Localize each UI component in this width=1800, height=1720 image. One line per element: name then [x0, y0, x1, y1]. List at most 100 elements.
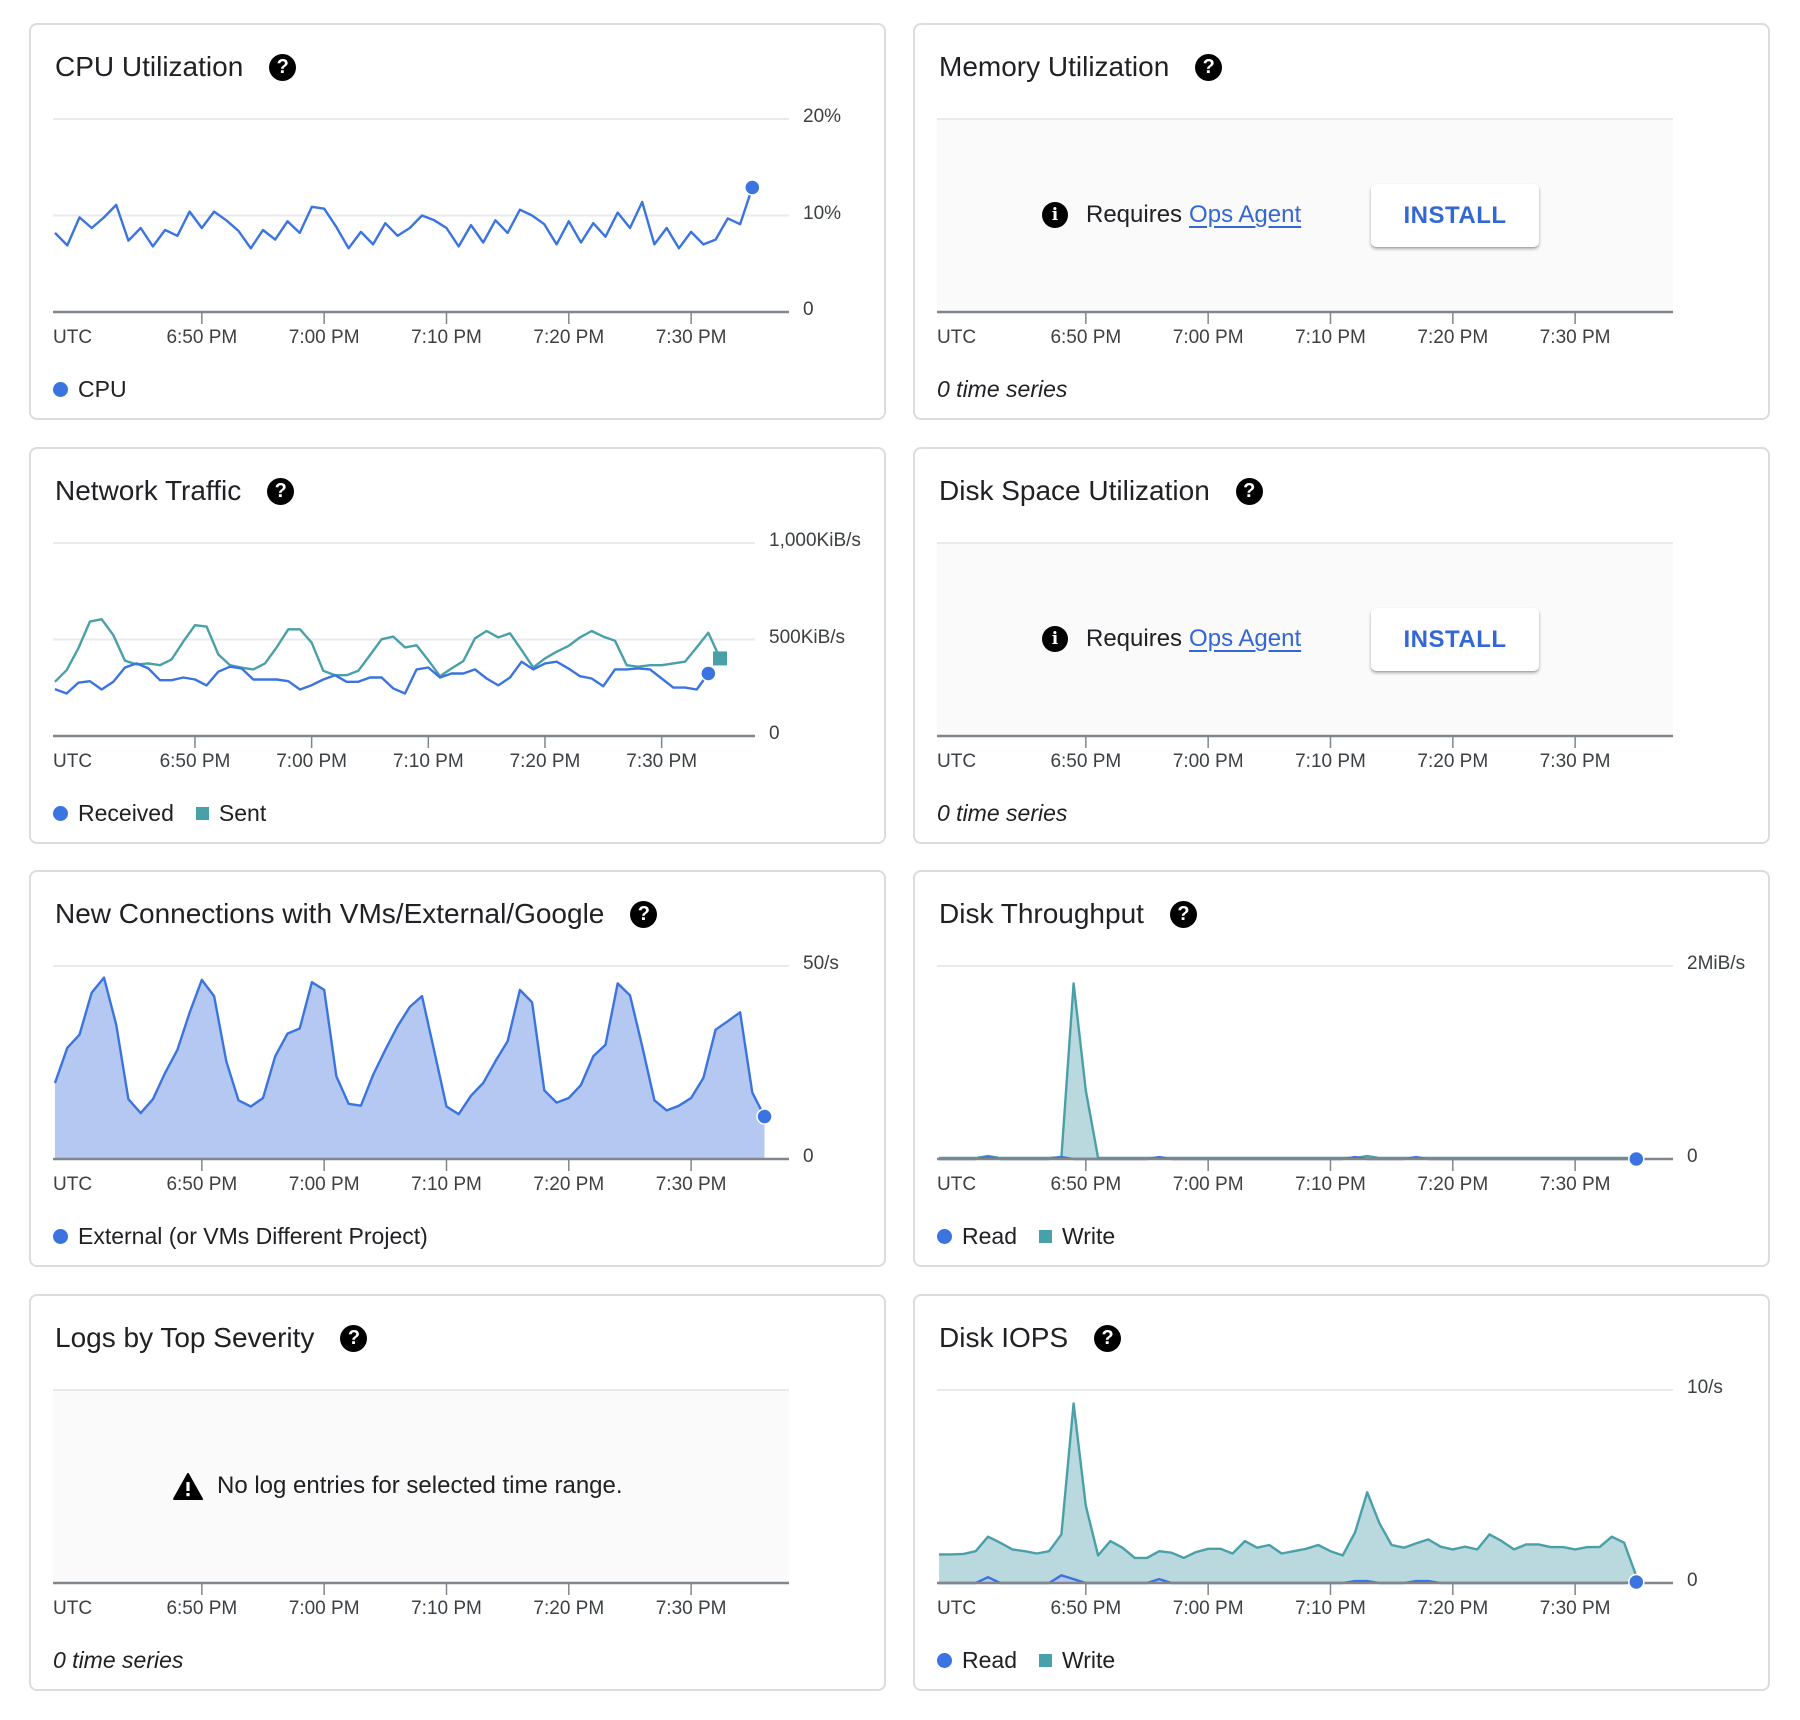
card-title: Logs by Top Severity: [55, 1322, 315, 1353]
card-header: Disk IOPS?: [939, 1320, 1122, 1356]
chart-legend: Read Write: [937, 1646, 1137, 1674]
x-axis-timezone-label: UTC: [53, 1598, 93, 1619]
x-tick-label: 7:00 PM: [288, 327, 360, 348]
x-axis-timezone-label: UTC: [53, 751, 93, 772]
card-title: Disk Space Utilization: [939, 475, 1210, 506]
card-network-traffic: Network Traffic? UTC 6:50 PM 7:00 PM 7:10 PM…: [29, 447, 886, 844]
card-header: CPU Utilization?: [55, 49, 297, 85]
legend-item-sent[interactable]: Sent: [195, 800, 266, 827]
legend-label: Write: [1061, 1646, 1116, 1673]
y-tick-label: 500KiB/s: [769, 626, 846, 648]
help-icon[interactable]: ?: [269, 53, 297, 81]
legend-label: Received: [78, 799, 174, 826]
info-icon: i: [1042, 202, 1068, 228]
series-line-received: [54, 660, 710, 695]
card-logs-by-top-severity: Logs by Top Severity? UTC 6:50 PM 7:00 PM 7:…: [29, 1294, 886, 1691]
y-tick-label: 20%: [803, 106, 842, 127]
x-tick-label: 7:20 PM: [1417, 327, 1489, 348]
x-tick-label: 7:00 PM: [1172, 1174, 1244, 1195]
chart-legend: Read Write: [937, 1222, 1137, 1250]
chart-legend: External (or VMs Different Project): [53, 1222, 450, 1250]
x-tick-label: 6:50 PM: [159, 751, 231, 772]
legend-item-write[interactable]: Write: [1038, 1223, 1115, 1250]
x-axis-timezone-label: UTC: [53, 1174, 93, 1195]
y-tick-label: 2MiB/s: [1687, 953, 1746, 974]
x-axis-timezone-label: UTC: [937, 1174, 977, 1195]
x-tick-label: 7:20 PM: [1417, 751, 1489, 772]
card-title: CPU Utilization: [55, 51, 244, 82]
legend-item-external[interactable]: External (or VMs Different Project): [53, 1223, 428, 1250]
circle-marker-icon: [937, 1228, 952, 1244]
x-tick-label: 7:30 PM: [1539, 1174, 1611, 1195]
x-tick-label: 7:20 PM: [1417, 1174, 1489, 1195]
empty-state-message: i Requires Ops Agent: [1042, 201, 1301, 229]
legend-item-read[interactable]: Read: [937, 1647, 1017, 1674]
x-tick-label: 7:30 PM: [1539, 327, 1611, 348]
ops-agent-link[interactable]: Ops Agent: [1189, 201, 1301, 229]
circle-marker-icon: [53, 805, 68, 821]
requires-text: Requires: [1086, 625, 1183, 652]
help-icon[interactable]: ?: [1195, 53, 1223, 81]
x-tick-label: 6:50 PM: [166, 327, 238, 348]
help-icon[interactable]: ?: [630, 900, 658, 928]
x-tick-label: 7:20 PM: [533, 327, 605, 348]
x-tick-label: 7:10 PM: [411, 327, 482, 348]
y-tick-label: 0: [803, 299, 814, 320]
x-tick-label: 7:30 PM: [655, 1174, 727, 1195]
legend-item-received[interactable]: Received: [53, 800, 174, 827]
x-tick-label: 7:30 PM: [626, 751, 698, 772]
y-tick-label: 0: [1687, 1570, 1698, 1591]
x-axis-timezone-label: UTC: [53, 327, 93, 348]
card-header: Network Traffic?: [55, 473, 295, 509]
x-tick-label: 7:00 PM: [1172, 751, 1244, 772]
card-header: Memory Utilization?: [939, 49, 1223, 85]
x-tick-label: 7:20 PM: [1417, 1598, 1489, 1619]
x-tick-label: 6:50 PM: [1050, 327, 1122, 348]
card-new-connections: New Connections with VMs/External/Google…: [29, 870, 886, 1267]
card-title: Disk Throughput: [939, 898, 1144, 929]
card-title: Memory Utilization: [939, 51, 1170, 82]
ops-agent-link[interactable]: Ops Agent: [1189, 625, 1301, 653]
series-end-marker: [1628, 1573, 1645, 1591]
help-icon[interactable]: ?: [1169, 900, 1197, 928]
x-tick-label: 7:00 PM: [276, 751, 348, 772]
time-series-count: 0 time series: [937, 376, 1068, 402]
y-tick-label: 10/s: [1687, 1377, 1723, 1398]
y-tick-label: 50/s: [803, 953, 839, 974]
legend-item-write[interactable]: Write: [1038, 1646, 1116, 1674]
x-tick-label: 7:10 PM: [392, 751, 464, 772]
no-logs-message: No log entries for selected time range.: [217, 1472, 623, 1499]
x-tick-label: 7:30 PM: [655, 327, 727, 348]
install-button[interactable]: INSTALL: [1371, 608, 1539, 671]
help-icon[interactable]: ?: [267, 477, 295, 505]
x-tick-label: 7:10 PM: [411, 1598, 482, 1619]
y-tick-label: 0: [769, 723, 780, 744]
legend-label: External (or VMs Different Project): [78, 1222, 428, 1249]
card-disk-iops: Disk IOPS? UTC 6:50 PM 7:00 PM 7:10 PM 7:20 P…: [913, 1294, 1770, 1691]
x-tick-label: 7:10 PM: [1295, 327, 1366, 348]
legend-label: CPU: [78, 375, 127, 402]
series-line-sent: [54, 617, 722, 683]
help-icon[interactable]: ?: [340, 1324, 368, 1352]
legend-item-cpu[interactable]: CPU: [53, 376, 127, 403]
square-marker-icon: [1038, 1229, 1052, 1243]
card-header: Disk Space Utilization?: [939, 473, 1263, 509]
chart-legend: Received Sent: [53, 799, 288, 827]
x-axis-timezone-label: UTC: [937, 327, 977, 348]
x-tick-label: 7:10 PM: [411, 1174, 482, 1195]
card-memory-utilization: Memory Utilization? UTC 6:50 PM 7:00 PM 7:10…: [913, 23, 1770, 420]
x-tick-label: 7:00 PM: [288, 1598, 360, 1619]
empty-state-message: i Requires Ops Agent: [1042, 625, 1301, 653]
card-header: New Connections with VMs/External/Google…: [55, 896, 658, 932]
install-button[interactable]: INSTALL: [1371, 184, 1539, 247]
series-end-marker: [1628, 1150, 1645, 1168]
empty-state-message: No log entries for selected time range.: [173, 1472, 623, 1500]
help-icon[interactable]: ?: [1094, 1324, 1122, 1352]
x-tick-label: 7:00 PM: [1172, 327, 1244, 348]
time-series-count: 0 time series: [53, 1647, 184, 1673]
legend-label: Read: [962, 1646, 1017, 1673]
series-end-marker: [700, 665, 717, 682]
help-icon[interactable]: ?: [1235, 477, 1263, 505]
card-title: Network Traffic: [55, 475, 242, 506]
legend-item-read[interactable]: Read: [937, 1223, 1017, 1250]
